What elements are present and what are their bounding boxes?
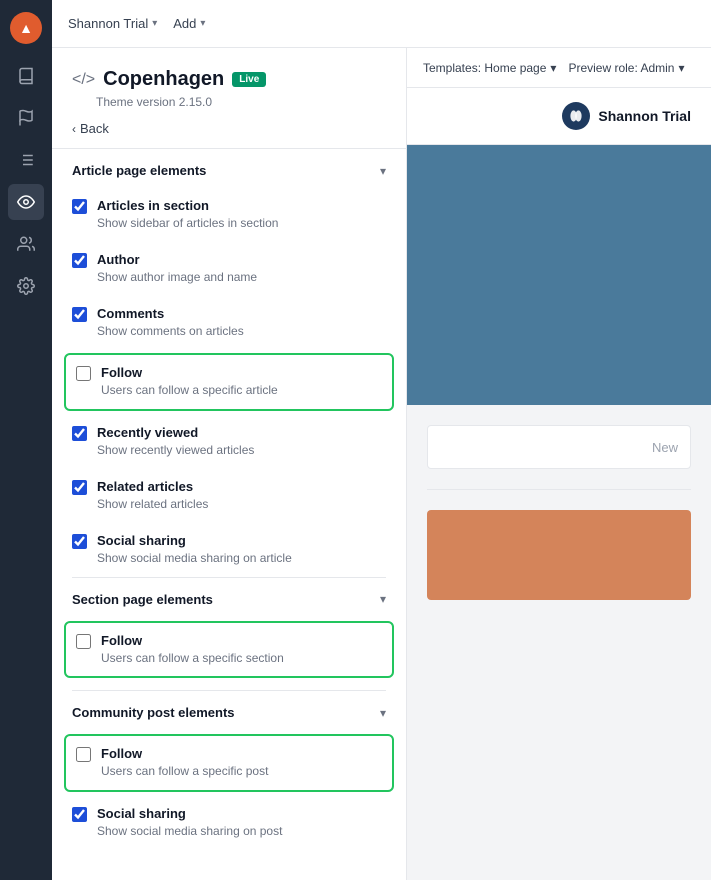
social-sharing-article-item: Social sharing Show social media sharing… xyxy=(52,523,406,577)
sidebar-panel: </> Copenhagen Live Theme version 2.15.0… xyxy=(52,48,407,880)
article-section-title: Article page elements xyxy=(72,163,206,178)
recently-viewed-label: Recently viewed xyxy=(97,425,254,440)
preview-pane: Templates: Home page ▾ Preview role: Adm… xyxy=(407,48,711,880)
brand-chevron: ▾ xyxy=(152,18,157,29)
recently-viewed-checkbox[interactable] xyxy=(72,426,87,441)
preview-toolbar: Templates: Home page ▾ Preview role: Adm… xyxy=(407,48,711,88)
articles-in-section-desc: Show sidebar of articles in section xyxy=(97,215,278,232)
follow-post-item: Follow Users can follow a specific post xyxy=(64,734,394,792)
author-checkbox[interactable] xyxy=(72,253,87,268)
preview-new-label: New xyxy=(652,440,678,455)
social-sharing-post-item: Social sharing Show social media sharing… xyxy=(52,796,406,850)
social-sharing-post-desc: Show social media sharing on post xyxy=(97,823,282,840)
preview-orange-block xyxy=(427,510,691,600)
articles-in-section-label: Articles in section xyxy=(97,198,278,213)
preview-role-chevron-icon: ▾ xyxy=(678,61,684,75)
article-section-header[interactable]: Article page elements ▾ xyxy=(52,149,406,188)
author-desc: Show author image and name xyxy=(97,269,257,286)
preview-header-bar: Shannon Trial xyxy=(407,88,711,145)
templates-chevron-icon: ▾ xyxy=(550,61,556,75)
top-bar: Shannon Trial ▾ Add ▾ xyxy=(52,0,711,48)
eye-nav-icon[interactable] xyxy=(8,184,44,220)
social-sharing-article-desc: Show social media sharing on article xyxy=(97,550,292,567)
preview-divider xyxy=(427,489,691,490)
preview-search-bar: New xyxy=(427,425,691,469)
articles-in-section-checkbox[interactable] xyxy=(72,199,87,214)
code-icon: </> xyxy=(72,71,95,89)
follow-post-label: Follow xyxy=(101,746,268,761)
follow-article-checkbox[interactable] xyxy=(76,366,91,381)
comments-desc: Show comments on articles xyxy=(97,323,244,340)
back-chevron-icon: ‹ xyxy=(72,122,76,136)
follow-article-desc: Users can follow a specific article xyxy=(101,382,278,399)
follow-post-desc: Users can follow a specific post xyxy=(101,763,268,780)
follow-post-checkbox[interactable] xyxy=(76,747,91,762)
comments-label: Comments xyxy=(97,306,244,321)
section-page-chevron-icon: ▾ xyxy=(380,592,386,606)
logo[interactable]: ▲ xyxy=(10,12,42,44)
preview-brand-name: Shannon Trial xyxy=(598,108,691,124)
live-badge: Live xyxy=(232,72,266,87)
social-sharing-post-label: Social sharing xyxy=(97,806,282,821)
preview-brand-icon xyxy=(562,102,590,130)
follow-article-label: Follow xyxy=(101,365,278,380)
brand-name: Shannon Trial xyxy=(68,16,148,31)
list-nav-icon[interactable] xyxy=(8,142,44,178)
article-section-chevron-icon: ▾ xyxy=(380,164,386,178)
recently-viewed-desc: Show recently viewed articles xyxy=(97,442,254,459)
comments-checkbox[interactable] xyxy=(72,307,87,322)
community-post-title: Community post elements xyxy=(72,705,235,720)
articles-in-section-item: Articles in section Show sidebar of arti… xyxy=(52,188,406,242)
book-nav-icon[interactable] xyxy=(8,58,44,94)
add-label: Add xyxy=(173,16,196,31)
social-sharing-article-label: Social sharing xyxy=(97,533,292,548)
community-post-chevron-icon: ▾ xyxy=(380,706,386,720)
social-sharing-post-checkbox[interactable] xyxy=(72,807,87,822)
follow-section-checkbox[interactable] xyxy=(76,634,91,649)
community-post-header[interactable]: Community post elements ▾ xyxy=(52,691,406,730)
theme-name: Copenhagen xyxy=(103,68,224,91)
templates-label: Templates: Home page xyxy=(423,61,546,75)
back-link[interactable]: ‹ Back xyxy=(72,121,386,136)
comments-item: Comments Show comments on articles xyxy=(52,296,406,350)
back-label: Back xyxy=(80,121,109,136)
recently-viewed-item: Recently viewed Show recently viewed art… xyxy=(52,415,406,469)
author-label: Author xyxy=(97,252,257,267)
users-nav-icon[interactable] xyxy=(8,226,44,262)
related-articles-item: Related articles Show related articles xyxy=(52,469,406,523)
follow-section-label: Follow xyxy=(101,633,284,648)
preview-role-label: Preview role: Admin xyxy=(568,61,674,75)
preview-role-selector[interactable]: Preview role: Admin ▾ xyxy=(568,61,684,75)
author-item: Author Show author image and name xyxy=(52,242,406,296)
preview-content: Shannon Trial New xyxy=(407,88,711,880)
theme-version: Theme version 2.15.0 xyxy=(96,95,386,109)
section-page-header[interactable]: Section page elements ▾ xyxy=(52,578,406,617)
social-sharing-article-checkbox[interactable] xyxy=(72,534,87,549)
flag-nav-icon[interactable] xyxy=(8,100,44,136)
related-articles-desc: Show related articles xyxy=(97,496,208,513)
theme-header: </> Copenhagen Live Theme version 2.15.0… xyxy=(52,48,406,149)
brand-selector[interactable]: Shannon Trial ▾ xyxy=(68,16,157,31)
follow-article-item: Follow Users can follow a specific artic… xyxy=(64,353,394,411)
preview-brand: Shannon Trial xyxy=(562,102,691,130)
related-articles-checkbox[interactable] xyxy=(72,480,87,495)
preview-hero-image xyxy=(407,145,711,405)
templates-selector[interactable]: Templates: Home page ▾ xyxy=(423,61,556,75)
add-chevron: ▾ xyxy=(200,18,205,29)
gear-nav-icon[interactable] xyxy=(8,268,44,304)
related-articles-label: Related articles xyxy=(97,479,208,494)
left-navigation: ▲ xyxy=(0,0,52,880)
follow-section-item: Follow Users can follow a specific secti… xyxy=(64,621,394,679)
section-page-title: Section page elements xyxy=(72,592,213,607)
follow-section-desc: Users can follow a specific section xyxy=(101,650,284,667)
add-button[interactable]: Add ▾ xyxy=(173,16,205,31)
